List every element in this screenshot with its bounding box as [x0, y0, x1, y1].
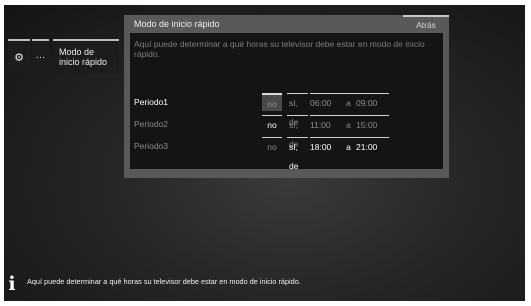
period-to-label: a	[341, 115, 356, 133]
back-button[interactable]: Atrás	[403, 15, 449, 33]
period-start-time[interactable]: 11:00	[310, 115, 341, 133]
period-no-option[interactable]: no	[262, 93, 282, 111]
period-yes-option[interactable]: sí, de	[287, 115, 308, 149]
period-to-label: a	[341, 93, 356, 111]
menu-item-label-line1: Modo de	[59, 47, 95, 57]
info-bar: i Aquí puede determinar a qué horas su t…	[6, 270, 521, 298]
dialog-title: Modo de inicio rápido	[134, 19, 220, 29]
info-text: Aquí puede determinar a qué horas su tel…	[27, 277, 301, 286]
period-no-option[interactable]: no	[262, 137, 282, 155]
period-name: Periodo1	[134, 97, 169, 107]
period-yes-option[interactable]: sí, de	[287, 137, 308, 171]
dots-label: ···	[35, 51, 46, 63]
menu-item-label-line2: inicio rápido	[59, 57, 108, 67]
period-end-time[interactable]: 09:00	[356, 93, 389, 111]
dialog-description: Aquí puede determinar a qué horas su tel…	[134, 39, 425, 59]
period-start-time[interactable]: 06:00	[310, 93, 341, 111]
period-no-option[interactable]: no	[262, 115, 282, 133]
period-start-time[interactable]: 18:00	[310, 137, 341, 155]
period-name: Periodo3	[134, 141, 169, 151]
quick-start-menu-tile[interactable]: Modo de inicio rápido	[53, 39, 119, 73]
period-end-time[interactable]: 15:00	[356, 115, 389, 133]
dialog-body: Aquí puede determinar a qué horas su tel…	[130, 33, 443, 171]
period-name: Periodo2	[134, 119, 169, 129]
period-to-label: a	[341, 137, 356, 155]
settings-menu-tile[interactable]: ⚙	[8, 39, 30, 73]
period-row-3: Periodo3 no sí, de 18:00 a 21:00	[130, 137, 443, 171]
period-yes-option[interactable]: sí, de	[287, 93, 308, 127]
period-row-1: Periodo1 no sí, de 06:00 a 09:00	[130, 93, 443, 127]
dialog-header: Modo de inicio rápido Atrás	[124, 15, 449, 33]
gear-icon: ⚙	[14, 51, 24, 64]
info-icon: i	[8, 273, 16, 295]
more-menu-tile[interactable]: ···	[32, 39, 49, 73]
period-row-2: Periodo2 no sí, de 11:00 a 15:00	[130, 115, 443, 149]
period-end-time[interactable]: 21:00	[356, 137, 389, 155]
tv-screen: ⚙ ··· Modo de inicio rápido Modo de inic…	[4, 5, 525, 301]
quick-start-dialog: Modo de inicio rápido Atrás Aquí puede d…	[124, 15, 449, 178]
